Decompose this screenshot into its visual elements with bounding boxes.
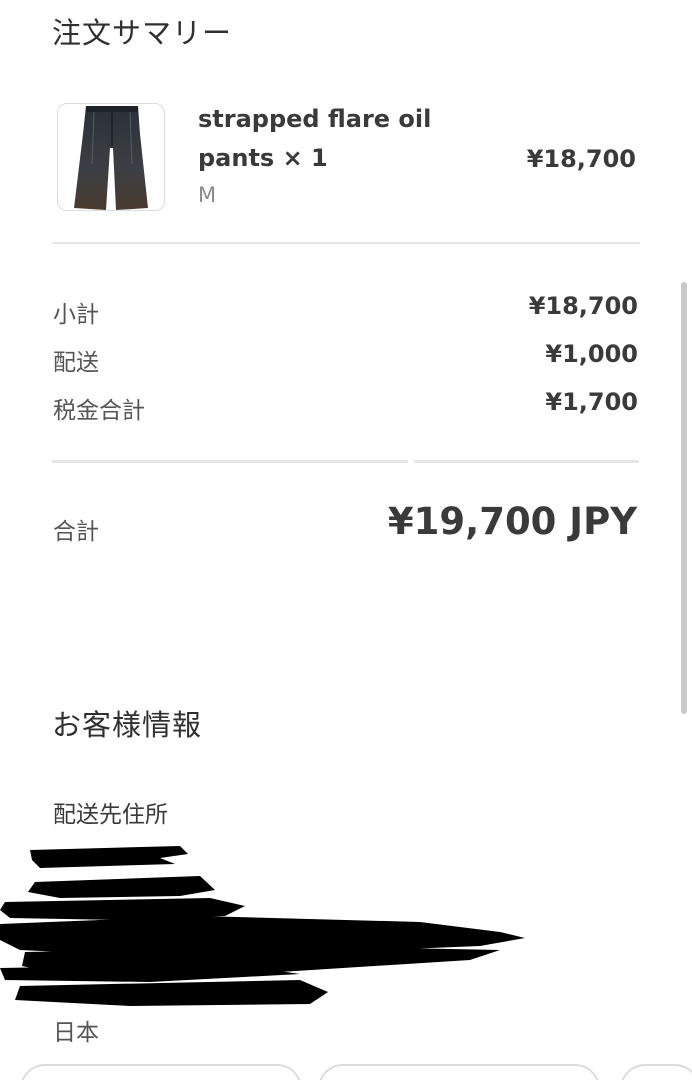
pants-thumbnail-icon — [74, 106, 148, 210]
address-option-button[interactable] — [620, 1064, 692, 1080]
product-name: strapped flare oil pants × 1 — [198, 105, 432, 172]
divider — [52, 460, 408, 463]
tax-label: 税金合計 — [53, 398, 145, 424]
divider — [414, 460, 639, 463]
customer-info-title: お客様情報 — [52, 708, 203, 742]
shipping-label: 配送 — [53, 350, 99, 376]
shipping-address-label: 配送先住所 — [53, 802, 168, 828]
subtotal-label: 小計 — [53, 302, 99, 328]
subtotal-value: ¥18,700 — [528, 292, 638, 320]
address-option-button[interactable] — [318, 1064, 600, 1080]
divider — [52, 242, 640, 244]
order-summary-page: 注文サマリー strapped flare oil pants × 1 M ¥1… — [0, 0, 692, 1080]
total-label: 合計 — [53, 519, 99, 545]
country: 日本 — [53, 1020, 99, 1046]
shipping-value: ¥1,000 — [545, 340, 638, 368]
redacted-address — [0, 846, 525, 1006]
product-price: ¥18,700 — [526, 145, 636, 173]
product-thumbnail — [57, 103, 165, 211]
product-variant: M — [198, 183, 217, 207]
address-option-button[interactable] — [20, 1064, 302, 1080]
order-summary-title: 注文サマリー — [52, 16, 233, 50]
scrollbar[interactable] — [681, 282, 687, 714]
total-value: ¥19,700 JPY — [387, 500, 637, 543]
tax-value: ¥1,700 — [545, 388, 638, 416]
